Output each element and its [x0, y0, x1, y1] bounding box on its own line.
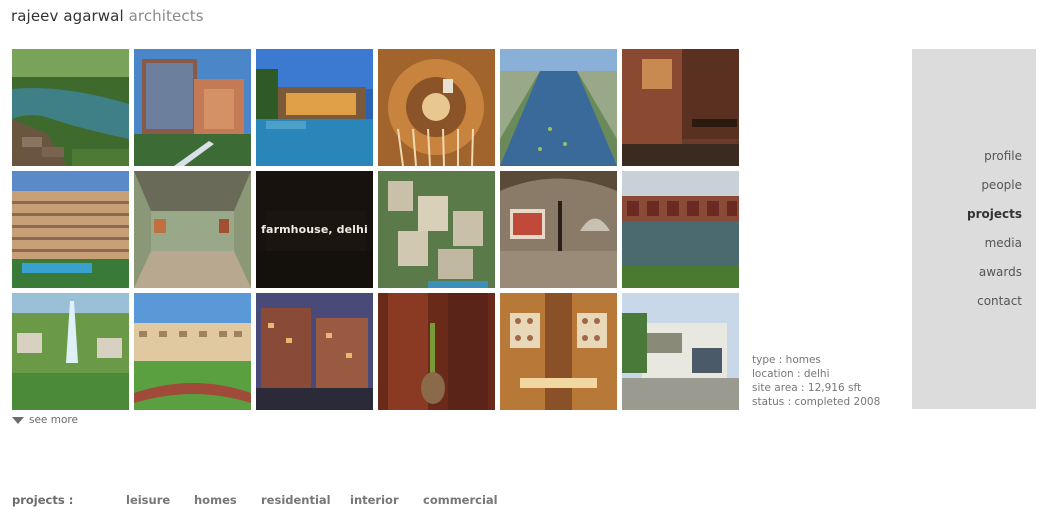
- gallery-hall-image: [134, 171, 251, 288]
- tile-spiral-stair[interactable]: [378, 49, 495, 166]
- tower-masterplan-image: [12, 293, 129, 410]
- tile-modern-house[interactable]: [622, 293, 739, 410]
- resort-lagoon-image: [12, 49, 129, 166]
- wooden-doors-plant-image: [378, 293, 495, 410]
- category-link-commercial[interactable]: commercial: [423, 493, 498, 507]
- dining-room-plates-image: [500, 293, 617, 410]
- site-logo[interactable]: rajeev agarwal architects: [11, 7, 204, 25]
- project-site-area: site area : 12,916 sft: [752, 382, 862, 394]
- nav-item-projects[interactable]: projects: [967, 200, 1022, 229]
- tile-housing-track[interactable]: [134, 293, 251, 410]
- tile-vaulted-exhibition[interactable]: [500, 171, 617, 288]
- tile-brick-apartments[interactable]: [256, 293, 373, 410]
- category-link-interior[interactable]: interior: [350, 493, 399, 507]
- project-location: location : delhi: [752, 368, 830, 380]
- tile-township-aerial[interactable]: [378, 171, 495, 288]
- tile-gallery-hall[interactable]: [134, 171, 251, 288]
- tile-farmhouse-delhi[interactable]: farmhouse, delhi: [256, 171, 373, 288]
- project-status: status : completed 2008: [752, 396, 881, 408]
- tile-pool-villa[interactable]: [256, 49, 373, 166]
- tile-resort-lagoon[interactable]: [12, 49, 129, 166]
- tile-overlay: farmhouse, delhi: [256, 171, 373, 288]
- nav-item-people[interactable]: people: [967, 171, 1022, 200]
- project-info: type : homes location : delhi site area …: [752, 353, 880, 409]
- tile-canal-terraces[interactable]: [500, 49, 617, 166]
- tile-dining-room[interactable]: [500, 293, 617, 410]
- see-more-label: see more: [29, 414, 78, 426]
- tile-tower-masterplan[interactable]: [12, 293, 129, 410]
- lakeside-cottages-image: [622, 171, 739, 288]
- tile-overlay-label: farmhouse, delhi: [261, 223, 368, 236]
- category-label: projects :: [12, 493, 74, 507]
- nav-item-profile[interactable]: profile: [967, 142, 1022, 171]
- spiral-staircase-image: [378, 49, 495, 166]
- category-link-residential[interactable]: residential: [261, 493, 331, 507]
- tile-glass-office[interactable]: [134, 49, 251, 166]
- tile-apartment-pool[interactable]: [12, 171, 129, 288]
- nav-item-media[interactable]: media: [967, 229, 1022, 258]
- brick-apartments-dusk-image: [256, 293, 373, 410]
- category-link-homes[interactable]: homes: [194, 493, 237, 507]
- canal-terraces-image: [500, 49, 617, 166]
- sidebar-nav-panel: profile people projects media awards con…: [912, 49, 1036, 409]
- brick-dining-interior-image: [622, 49, 739, 166]
- project-gallery: farmhouse, delhi: [12, 49, 740, 410]
- housing-track-image: [134, 293, 251, 410]
- triangle-down-icon: [12, 416, 24, 424]
- main-nav: profile people projects media awards con…: [967, 142, 1022, 316]
- tile-lakeside-cottages[interactable]: [622, 171, 739, 288]
- modern-house-image: [622, 293, 739, 410]
- logo-suffix: architects: [128, 7, 204, 25]
- township-aerial-image: [378, 171, 495, 288]
- nav-item-contact[interactable]: contact: [967, 287, 1022, 316]
- vaulted-exhibition-image: [500, 171, 617, 288]
- apartment-block-pool-image: [12, 171, 129, 288]
- project-type: type : homes: [752, 354, 821, 366]
- nav-item-awards[interactable]: awards: [967, 258, 1022, 287]
- see-more-link[interactable]: see more: [12, 413, 78, 427]
- category-link-leisure[interactable]: leisure: [126, 493, 170, 507]
- logo-name: rajeev agarwal: [11, 7, 124, 25]
- glass-office-tower-image: [134, 49, 251, 166]
- pool-villa-dusk-image: [256, 49, 373, 166]
- tile-brick-interior[interactable]: [622, 49, 739, 166]
- tile-wooden-doors[interactable]: [378, 293, 495, 410]
